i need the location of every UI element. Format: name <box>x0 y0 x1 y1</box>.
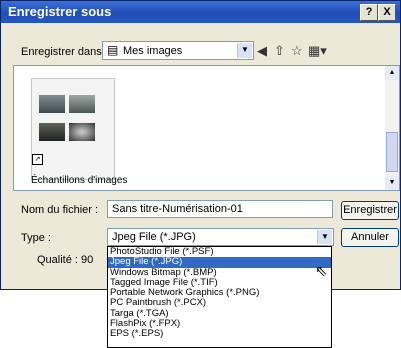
save-in-label: Enregistrer dans : <box>21 46 108 58</box>
filename-label: Nom du fichier : <box>21 204 99 216</box>
save-in-combo[interactable]: ▤ Mes images ▼ <box>102 41 254 60</box>
quality-label: Qualité : 90 <box>37 254 94 266</box>
save-button[interactable]: Enregistrer <box>341 201 399 220</box>
filetype-value: Jpeg File (*.JPG) <box>112 231 196 243</box>
shortcut-arrow-icon: ↗ <box>32 154 43 165</box>
filetype-combo[interactable]: Jpeg File (*.JPG) ▼ <box>107 228 334 246</box>
new-folder-icon[interactable]: ☆ <box>291 43 303 59</box>
dropdown-option[interactable]: EPS (*.EPS) <box>108 329 331 340</box>
scroll-down-icon[interactable]: ▼ <box>385 176 399 190</box>
save-in-value: Mes images <box>123 45 183 57</box>
filename-input[interactable]: Sans titre-Numérisation-01 <box>107 200 333 218</box>
close-button[interactable]: X <box>378 4 396 21</box>
scrollbar-thumb[interactable] <box>386 132 398 172</box>
thumbnail-image <box>39 123 65 141</box>
thumbnail-image <box>69 95 95 113</box>
filetype-label: Type : <box>21 232 51 244</box>
up-folder-icon[interactable]: ⇧ <box>274 43 285 59</box>
filetype-dropdown-list[interactable]: PhotoStudio File (*.PSF) Jpeg File (*.JP… <box>107 246 332 348</box>
vertical-scrollbar[interactable]: ▲ ▼ <box>385 66 399 190</box>
sample-images-folder[interactable] <box>31 78 115 180</box>
scroll-up-icon[interactable]: ▲ <box>385 66 399 80</box>
thumbnail-image <box>69 123 95 141</box>
chevron-down-icon[interactable]: ▼ <box>317 230 332 244</box>
folder-label: Échantillons d'images <box>31 175 128 186</box>
view-menu-icon[interactable]: ▦▾ <box>308 43 327 59</box>
mouse-cursor-icon: ⇖ <box>315 263 328 280</box>
thumbnail-image <box>39 95 65 113</box>
dialog-title: Enregistrer sous <box>8 4 112 19</box>
chevron-down-icon[interactable]: ▼ <box>237 43 252 58</box>
cancel-button[interactable]: Annuler <box>341 228 399 247</box>
file-list[interactable]: ↗ Échantillons d'images ▲ ▼ <box>13 65 400 191</box>
title-bar: Enregistrer sous ? X <box>1 1 400 23</box>
folder-icon: ▤ <box>107 43 119 57</box>
help-button[interactable]: ? <box>360 4 378 21</box>
back-icon[interactable]: ◀ <box>257 43 267 59</box>
